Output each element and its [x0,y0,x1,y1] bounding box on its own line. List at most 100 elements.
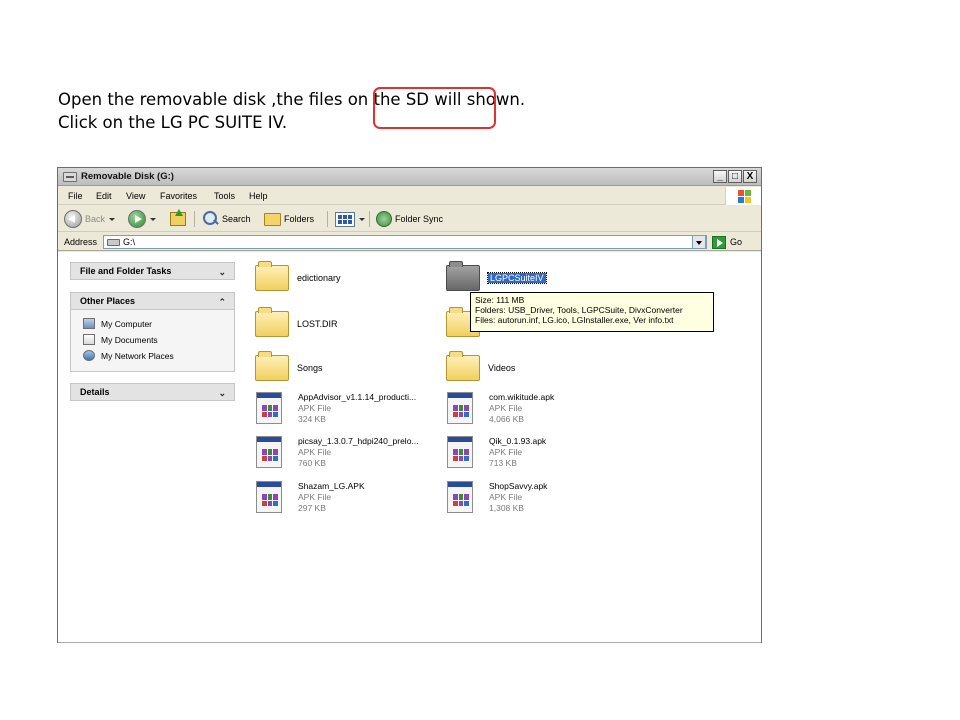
chevron-down-icon [359,217,365,221]
place-my-documents[interactable]: My Documents [83,334,158,345]
toolbar-separator [194,211,195,227]
folder-edictionary[interactable]: edictionary [255,261,341,291]
tooltip-folders: Folders: USB_Driver, Tools, LGPCSuite, D… [475,305,683,315]
go-label: Go [730,237,743,247]
file-appadvisor[interactable]: AppAdvisor_v1.1.14_producti... APK File … [256,392,416,425]
folder-songs[interactable]: Songs [255,351,323,381]
chevron-down-icon [150,217,156,221]
menu-edit[interactable]: Edit [96,191,112,201]
place-my-computer[interactable]: My Computer [83,318,152,329]
search-icon [203,211,219,227]
views-icon [335,211,355,227]
file-name: ShopSavvy.apk [489,481,548,491]
folder-sync-button[interactable]: Folder Sync [376,210,443,228]
other-places-panel: My Computer My Documents My Network Plac… [70,310,235,372]
maximize-button[interactable]: □ [728,170,742,183]
file-name: AppAdvisor_v1.1.14_producti... [298,392,417,402]
folder-icon [446,261,480,291]
file-size: 4,066 KB [489,414,524,424]
other-places-title: Other Places [80,296,136,306]
forward-button[interactable] [128,210,156,228]
folder-icon [446,351,480,381]
file-size: 760 KB [298,458,326,468]
address-input[interactable]: G:\ [103,235,707,249]
folders-button[interactable]: Folders [264,210,314,228]
file-size: 713 KB [489,458,517,468]
menu-help[interactable]: Help [249,191,268,201]
file-name: Shazam_LG.APK [298,481,365,491]
file-shopsavvy[interactable]: ShopSavvy.apk APK File 1,308 KB [447,481,547,514]
explorer-window: Removable Disk (G:) _ □ X File Edit View… [57,167,762,643]
menu-favorites[interactable]: Favorites [160,191,197,201]
forward-arrow-icon [128,210,146,228]
menu-file[interactable]: File [68,191,83,201]
folder-icon [255,307,289,337]
network-icon [83,350,95,361]
apk-file-icon [256,481,282,513]
back-label: Back [85,214,106,224]
folder-info-tooltip: Size: 111 MB Folders: USB_Driver, Tools,… [470,292,714,332]
close-button[interactable]: X [743,170,757,183]
back-arrow-icon [64,210,82,228]
folder-icon [255,261,289,291]
windows-logo-icon [725,187,761,205]
search-button[interactable]: Search [203,210,251,228]
file-folder-tasks-title: File and Folder Tasks [80,266,172,276]
sync-icon [376,211,392,227]
task-pane: File and Folder Tasks ⌄ Other Places ⌃ M… [58,252,242,642]
file-qik[interactable]: Qik_0.1.93.apk APK File 713 KB [447,436,546,469]
address-dropdown-button[interactable] [692,235,706,249]
minimize-button[interactable]: _ [713,170,727,183]
place-label: My Documents [101,334,158,345]
place-my-network-places[interactable]: My Network Places [83,350,174,361]
folder-name: Videos [488,363,516,373]
folder-lgpcsuiteiv[interactable]: LGPCSuiteIV [446,261,547,291]
file-type: APK File [298,403,332,413]
views-button[interactable] [335,210,365,228]
folder-lost-dir[interactable]: LOST.DIR [255,307,338,337]
apk-file-icon [447,392,473,424]
computer-icon [83,318,95,329]
menu-bar: File Edit View Favorites Tools Help [58,187,761,205]
back-button[interactable]: Back [64,210,116,228]
search-label: Search [222,214,251,224]
drive-icon [63,172,77,182]
window-bottom-edge [58,642,761,643]
apk-file-icon [256,392,282,424]
expand-chevron-icon: ⌄ [218,267,226,277]
apk-file-icon [256,436,282,468]
highlight-ring [373,87,496,129]
expand-chevron-icon: ⌄ [218,388,226,398]
file-shazam[interactable]: Shazam_LG.APK APK File 297 KB [256,481,365,514]
chevron-down-icon [109,217,116,221]
folders-icon [264,212,281,226]
up-folder-button[interactable] [170,209,186,228]
menu-view[interactable]: View [126,191,145,201]
file-name: Qik_0.1.93.apk [489,436,547,446]
other-places-header[interactable]: Other Places ⌃ [70,292,235,310]
file-type: APK File [489,492,523,502]
title-bar[interactable]: Removable Disk (G:) _ □ X [58,168,761,186]
file-name: picsay_1.3.0.7_hdpi240_prelo... [298,436,419,446]
toolbar-separator [327,211,328,227]
folder-name: edictionary [297,273,341,283]
file-size: 324 KB [298,414,326,424]
menu-tools[interactable]: Tools [214,191,235,201]
documents-icon [83,334,95,345]
apk-file-icon [447,436,473,468]
file-folder-tasks-header[interactable]: File and Folder Tasks ⌄ [70,262,235,280]
file-picsay[interactable]: picsay_1.3.0.7_hdpi240_prelo... APK File… [256,436,419,469]
folders-label: Folders [284,214,315,224]
file-wikitude[interactable]: com.wikitude.apk APK File 4,066 KB [447,392,554,425]
address-value: G:\ [123,237,136,247]
file-size: 297 KB [298,503,326,513]
folder-videos[interactable]: Videos [446,351,515,381]
go-button[interactable]: Go [712,235,742,249]
go-arrow-icon [712,235,726,249]
toolbar-separator [369,211,370,227]
details-header[interactable]: Details ⌄ [70,383,235,401]
place-label: My Computer [101,318,153,329]
up-folder-icon [170,209,186,226]
apk-file-icon [447,481,473,513]
address-label: Address [64,237,98,247]
